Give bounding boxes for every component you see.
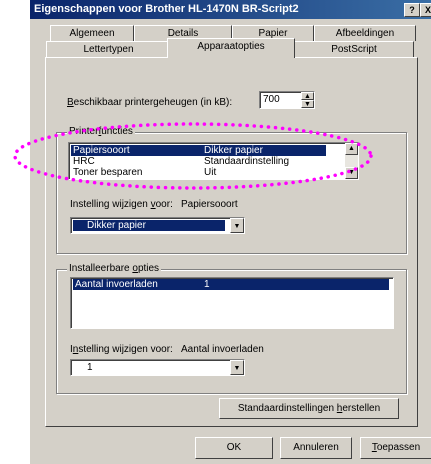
list-item[interactable]: Aantal invoerladen 1 [73, 279, 389, 290]
scroll-down-button[interactable]: ▼ [345, 167, 358, 179]
help-button[interactable]: ? [404, 3, 420, 17]
memory-spinbox[interactable]: 700 ▲ ▼ [259, 91, 315, 109]
window-title: Eigenschappen voor Brother HL-1470N BR-S… [34, 3, 299, 15]
list-item[interactable]: Papiersooort Dikker papier [71, 145, 326, 156]
cancel-button[interactable]: Annuleren [280, 437, 352, 459]
scrollbar[interactable]: ▲ ▼ [345, 143, 358, 179]
tab-afbeeldingen[interactable]: Afbeeldingen [314, 25, 416, 41]
up-arrow-icon: ▲ [348, 145, 355, 152]
installable-options-selected-value: 1 [87, 362, 93, 373]
printer-functions-selected-value: Dikker papier [87, 220, 146, 231]
dropdown-button[interactable]: ▼ [230, 218, 244, 233]
list-item[interactable]: HRC Standaardinstelling [71, 156, 326, 167]
printer-functions-list[interactable]: Papiersooort Dikker papier HRC Standaard… [68, 142, 359, 180]
spin-up-button[interactable]: ▲ [301, 92, 314, 100]
dropdown-button[interactable]: ▼ [230, 360, 244, 375]
printer-functions-select[interactable]: Dikker papier ▼ [70, 217, 245, 234]
properties-dialog: Eigenschappen voor Brother HL-1470N BR-S… [30, 0, 431, 464]
tab-apparaatopties[interactable]: Apparaatopties [167, 38, 295, 58]
chevron-down-icon: ▼ [233, 223, 241, 230]
installable-options-title: Installeerbare opties [67, 263, 162, 274]
title-bar[interactable]: Eigenschappen voor Brother HL-1470N BR-S… [30, 0, 431, 19]
tab-postscript[interactable]: PostScript [294, 41, 414, 57]
memory-label: Beschikbaar printergeheugen (in kB): [67, 97, 233, 108]
restore-defaults-button[interactable]: Standaardinstellingen herstellen [219, 398, 399, 419]
installable-options-select[interactable]: 1 ▼ [70, 359, 245, 376]
printer-functions-change-label: Instelling wijzigen voor: [70, 199, 173, 210]
scroll-up-button[interactable]: ▲ [345, 143, 358, 155]
list-item[interactable]: Toner besparen Uit [71, 167, 326, 178]
close-button[interactable]: X [420, 3, 431, 17]
selected-value-highlight: Dikker papier [73, 220, 225, 231]
down-arrow-icon: ▼ [348, 169, 355, 176]
ok-button[interactable]: OK [195, 437, 273, 459]
printer-functions-title: Printerfuncties [67, 126, 135, 137]
spin-down-button[interactable]: ▼ [301, 100, 314, 108]
installable-options-list[interactable]: Aantal invoerladen 1 [70, 277, 394, 329]
chevron-down-icon: ▼ [233, 365, 241, 372]
down-arrow-icon: ▼ [304, 101, 311, 108]
apply-button[interactable]: Toepassen [360, 437, 431, 459]
installable-options-change-label: Instelling wijzigen voor: [70, 344, 173, 355]
up-arrow-icon: ▲ [304, 93, 311, 100]
tab-lettertypen[interactable]: Lettertypen [46, 41, 171, 57]
tab-algemeen[interactable]: Algemeen [50, 25, 134, 41]
memory-value: 700 [263, 94, 280, 105]
tab-panel-apparaatopties: Beschikbaar printergeheugen (in kB): 700… [45, 57, 418, 427]
printer-functions-change-target: Papiersooort [181, 199, 238, 210]
installable-options-change-target: Aantal invoerladen [181, 344, 264, 355]
